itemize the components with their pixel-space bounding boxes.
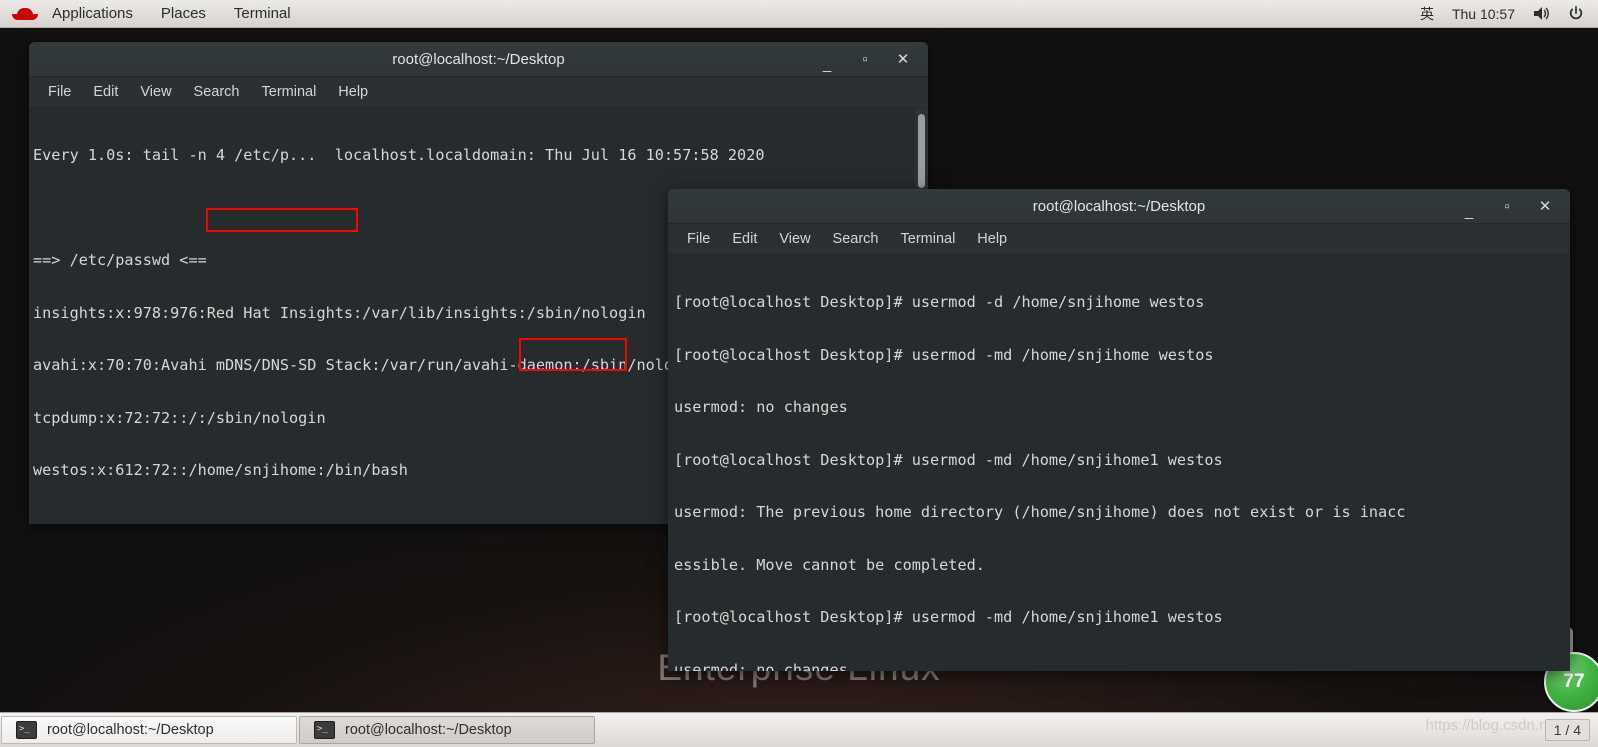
taskbar: root@localhost:~/Desktop root@localhost:… xyxy=(0,712,1598,747)
window-title-left: root@localhost:~/Desktop xyxy=(392,50,565,68)
terminal-line: [root@localhost Desktop]# usermod -md /h… xyxy=(674,345,1214,364)
menu-file-right[interactable]: File xyxy=(676,224,721,254)
terminal-icon xyxy=(314,721,335,739)
terminal-line: usermod: no changes xyxy=(674,398,848,416)
minimize-button-right[interactable]: _ xyxy=(1462,204,1476,219)
menu-help-left[interactable]: Help xyxy=(327,77,379,107)
menu-search-right[interactable]: Search xyxy=(822,224,890,254)
panel-menu-places[interactable]: Places xyxy=(147,0,220,27)
workspace-switcher[interactable]: 1 / 4 xyxy=(1544,719,1590,741)
menubar-right: File Edit View Search Terminal Help xyxy=(668,224,1570,255)
terminal-line: [root@localhost Desktop]# usermod -d /ho… xyxy=(674,293,1205,311)
maximize-button-left[interactable]: ▫ xyxy=(858,52,872,67)
panel-menu-applications[interactable]: Applications xyxy=(38,0,147,27)
titlebar-left[interactable]: root@localhost:~/Desktop _ ▫ ✕ xyxy=(29,42,928,77)
menu-file-left[interactable]: File xyxy=(37,77,82,107)
terminal-line: Every 1.0s: tail -n 4 /etc/p... localhos… xyxy=(33,146,765,164)
taskbar-item-terminal-2[interactable]: root@localhost:~/Desktop xyxy=(299,716,595,744)
power-icon[interactable] xyxy=(1568,5,1584,22)
input-method-indicator[interactable]: 英 xyxy=(1420,4,1434,24)
terminal-line: [root@localhost Desktop]# usermod -md /h… xyxy=(674,450,1223,469)
maximize-button-right[interactable]: ▫ xyxy=(1500,199,1514,214)
scrollbar-thumb-left[interactable] xyxy=(918,114,925,188)
menu-terminal-left[interactable]: Terminal xyxy=(251,77,328,107)
top-panel: Applications Places Terminal 英 Thu 10:57 xyxy=(0,0,1598,28)
terminal-window-right[interactable]: root@localhost:~/Desktop _ ▫ ✕ File Edit… xyxy=(668,189,1570,671)
close-button-left[interactable]: ✕ xyxy=(896,52,910,67)
taskbar-item-label: root@localhost:~/Desktop xyxy=(345,722,512,738)
window-controls-right: _ ▫ ✕ xyxy=(1462,199,1570,219)
menu-edit-right[interactable]: Edit xyxy=(721,224,768,254)
menu-edit-left[interactable]: Edit xyxy=(82,77,129,107)
terminal-output-right[interactable]: [root@localhost Desktop]# usermod -d /ho… xyxy=(668,255,1570,671)
menu-help-right[interactable]: Help xyxy=(966,224,1018,254)
volume-icon[interactable] xyxy=(1533,6,1550,21)
menu-search-left[interactable]: Search xyxy=(183,77,251,107)
terminal-icon xyxy=(16,721,37,739)
terminal-line: [root@localhost Desktop]# usermod -md /h… xyxy=(674,608,1223,626)
taskbar-right-area: https://blog.csdn.net/S 1 / 4 xyxy=(1426,717,1598,741)
taskbar-item-terminal-1[interactable]: root@localhost:~/Desktop xyxy=(1,716,297,744)
terminal-line: essible. Move cannot be completed. xyxy=(674,555,985,574)
terminal-line: usermod: The previous home directory (/h… xyxy=(674,503,1406,521)
window-title-right: root@localhost:~/Desktop xyxy=(1032,197,1206,215)
terminal-line: usermod: no changes xyxy=(674,660,848,671)
panel-menu-terminal[interactable]: Terminal xyxy=(220,0,305,27)
close-button-right[interactable]: ✕ xyxy=(1538,199,1552,214)
minimize-button-left[interactable]: _ xyxy=(820,57,834,72)
menubar-left: File Edit View Search Terminal Help xyxy=(29,77,928,108)
panel-status-area: 英 Thu 10:57 xyxy=(1420,4,1598,24)
clock[interactable]: Thu 10:57 xyxy=(1452,6,1515,22)
menu-view-right[interactable]: View xyxy=(768,224,821,254)
menu-view-left[interactable]: View xyxy=(129,77,182,107)
taskbar-item-label: root@localhost:~/Desktop xyxy=(47,722,214,738)
menu-terminal-right[interactable]: Terminal xyxy=(890,224,967,254)
redhat-logo-icon xyxy=(12,6,38,22)
window-controls-left: _ ▫ ✕ xyxy=(820,52,928,72)
titlebar-right[interactable]: root@localhost:~/Desktop _ ▫ ✕ xyxy=(668,189,1570,224)
